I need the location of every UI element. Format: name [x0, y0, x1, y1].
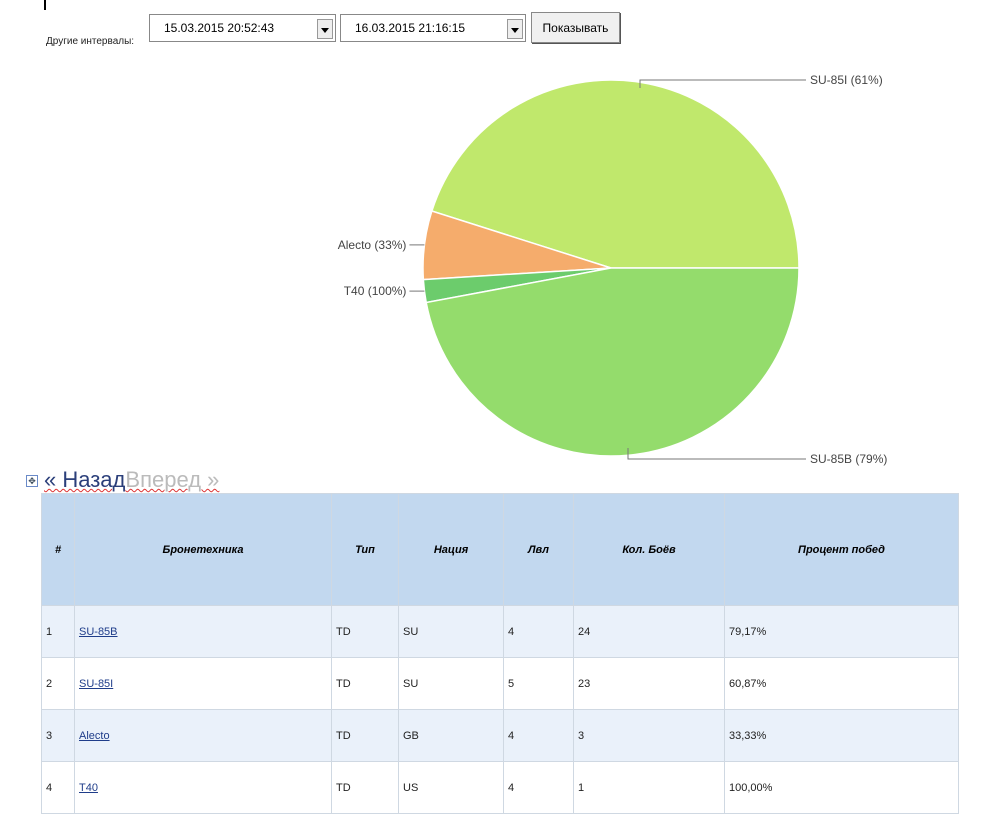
- table-cell: Alecto: [74, 709, 332, 762]
- table-row: 3 Alecto TD GB 4 3 33,33%: [41, 709, 959, 762]
- table-cell: 4: [503, 709, 574, 762]
- table-row: 2 SU-85I TD SU 5 23 60,87%: [41, 657, 959, 710]
- column-header[interactable]: Кол. Боёв: [573, 493, 725, 606]
- table-cell: 60,87%: [724, 657, 959, 710]
- pie-slice-su-85b: [425, 267, 800, 457]
- column-header[interactable]: Лвл: [503, 493, 574, 606]
- table-cell: 2: [41, 657, 75, 710]
- table-cell: SU: [398, 605, 504, 658]
- table-cell: GB: [398, 709, 504, 762]
- table-cell: 3: [573, 709, 725, 762]
- table-cell: 1: [41, 605, 75, 658]
- pie-chart: SU-85I (61%) Alecto (33%) T40 (100%) SU-85B…: [338, 73, 888, 466]
- vehicle-link[interactable]: SU-85B: [79, 626, 118, 638]
- column-header[interactable]: Бронетехника: [74, 493, 332, 606]
- table-cell: 23: [573, 657, 725, 710]
- vehicle-link[interactable]: T40: [79, 782, 98, 794]
- table-cell: TD: [331, 605, 399, 658]
- table-cell: SU: [398, 657, 504, 710]
- vehicle-link[interactable]: SU-85I: [79, 678, 113, 690]
- table-row: 1 SU-85B TD SU 4 24 79,17%: [41, 605, 959, 658]
- table-cell: TD: [331, 657, 399, 710]
- column-header[interactable]: Процент побед: [724, 493, 959, 606]
- back-link[interactable]: « Назад: [44, 467, 125, 492]
- vehicles-table: # Бронетехника Тип Нация Лвл Кол. Боёв Процент…: [41, 493, 959, 814]
- move-handle-icon[interactable]: ✥: [26, 475, 38, 488]
- column-header[interactable]: Нация: [398, 493, 504, 606]
- table-cell: 5: [503, 657, 574, 710]
- column-header[interactable]: #: [41, 493, 75, 606]
- vehicle-link[interactable]: Alecto: [79, 730, 110, 742]
- table-cell: 33,33%: [724, 709, 959, 762]
- table-cell: 3: [41, 709, 75, 762]
- column-header[interactable]: Тип: [331, 493, 399, 606]
- leader-line: [639, 79, 806, 88]
- slice-label: Alecto (33%): [338, 238, 407, 252]
- table-cell: 79,17%: [724, 605, 959, 658]
- forward-link: Вперед »: [125, 467, 220, 492]
- slice-label: SU-85B (79%): [810, 452, 887, 466]
- slice-label: T40 (100%): [344, 284, 407, 298]
- table-cell: TD: [331, 709, 399, 762]
- pagination: ✥ « НазадВперед »: [26, 467, 219, 493]
- table-cell: 4: [503, 605, 574, 658]
- table-cell: 24: [573, 605, 725, 658]
- table-cell: SU-85I: [74, 657, 332, 710]
- table-cell: SU-85B: [74, 605, 332, 658]
- slice-label: SU-85I (61%): [810, 73, 883, 87]
